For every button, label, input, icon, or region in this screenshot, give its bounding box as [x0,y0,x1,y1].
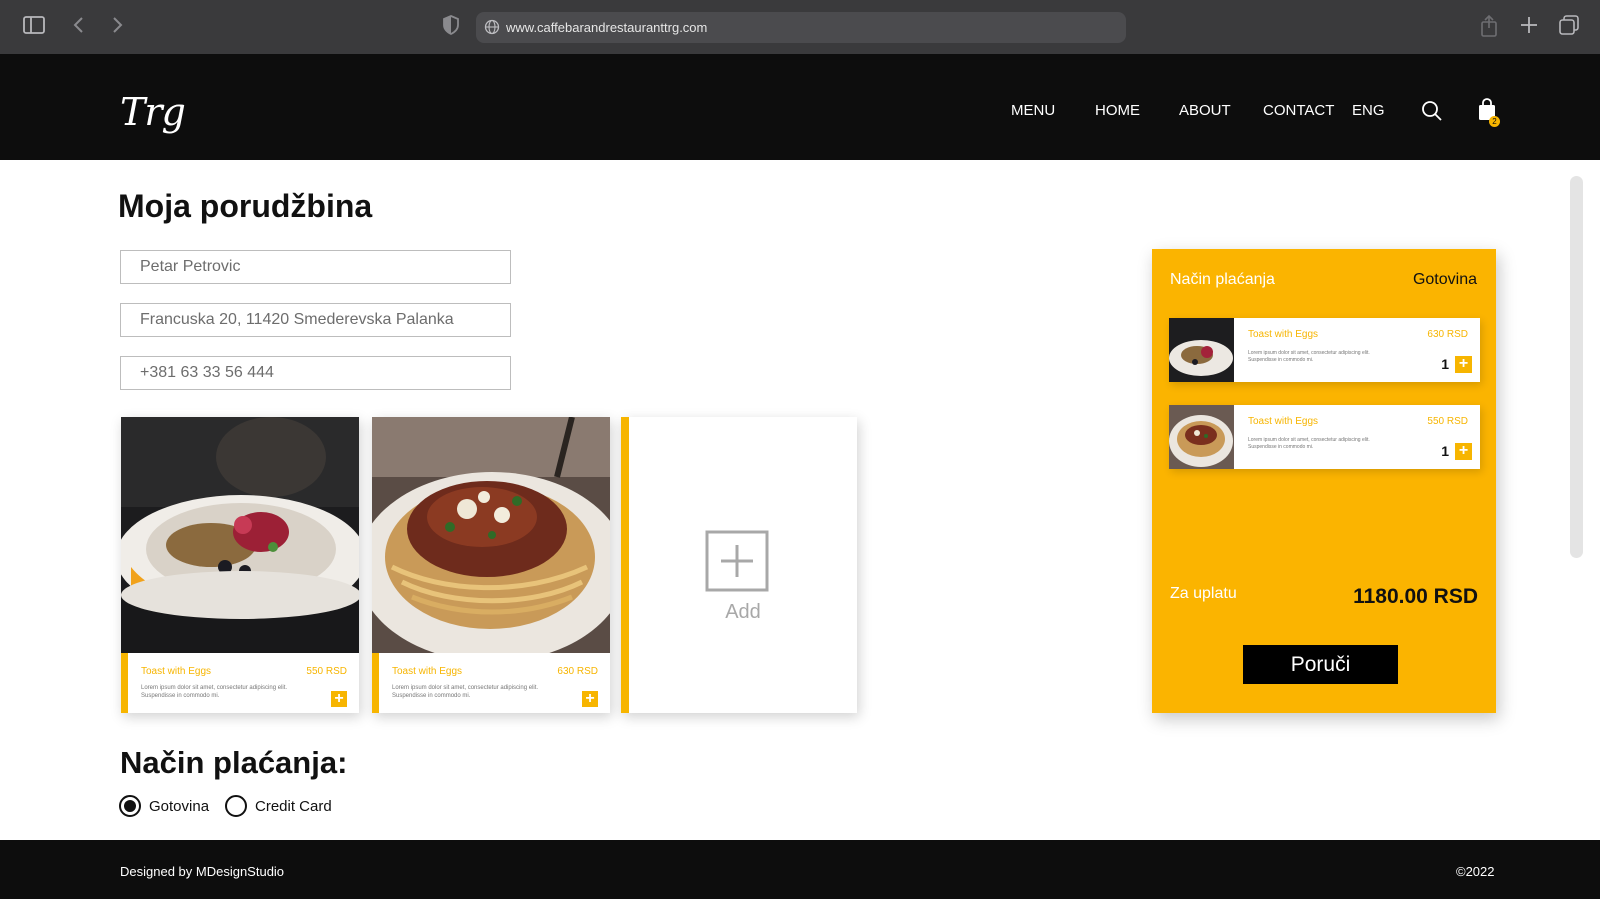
card-accent-stripe [621,417,629,713]
card-price: 550 RSD [306,666,347,677]
place-order-button[interactable]: Poruči [1243,645,1398,684]
order-item: Toast with Eggs 550 RSD Lorem ipsum dolo… [1169,405,1480,469]
globe-icon [484,19,500,35]
menu-card[interactable]: Toast with Eggs 630 RSD Lorem ipsum dolo… [372,417,610,713]
url-text: www.caffebarandrestauranttrg.com [506,20,708,35]
order-item-title: Toast with Eggs [1248,329,1319,340]
order-item-description: Lorem ipsum dolor sit amet, consectetur … [1248,437,1370,450]
payment-method-title: Način plaćanja: [120,745,348,780]
address-bar[interactable]: www.caffebarandrestauranttrg.com [476,12,1126,43]
spaghetti-thumbnail [1169,405,1234,469]
increase-quantity-button[interactable]: + [1455,356,1472,373]
card-accent-stripe [372,653,379,713]
search-icon[interactable] [1421,100,1443,122]
name-field[interactable] [120,250,511,284]
menu-card[interactable]: Toast with Eggs 550 RSD Lorem ipsum dolo… [121,417,359,713]
total-amount: 1180.00 RSD [1353,585,1478,608]
forward-icon[interactable] [104,14,130,40]
summary-title: Način plaćanja [1170,271,1275,288]
radio-button[interactable] [225,795,247,817]
add-plus-icon [705,530,769,592]
order-summary-panel: Način plaćanja Gotovina Toast with Eggs … [1152,249,1496,713]
spaghetti-photo [372,417,610,653]
card-accent-stripe [121,653,128,713]
fish-dish-thumbnail [1169,318,1234,382]
card-description: Lorem ipsum dolor sit amet, consectetur … [392,685,539,699]
cart-count-badge: 2 [1489,116,1500,127]
phone-field[interactable] [120,356,511,390]
radio-label: Gotovina [149,797,210,815]
tab-overview-icon[interactable] [1556,14,1582,40]
radio-button[interactable] [119,795,141,817]
order-item: Toast with Eggs 630 RSD Lorem ipsum dolo… [1169,318,1480,382]
order-item-quantity: 1 [1441,443,1449,459]
share-icon[interactable] [1476,14,1502,40]
nav-menu[interactable]: MENU [1011,102,1055,119]
order-item-title: Toast with Eggs [1248,416,1319,427]
card-title: Toast with Eggs [392,666,463,677]
radio-label: Credit Card [255,797,332,815]
order-item-quantity: 1 [1441,356,1449,372]
privacy-shield-icon[interactable] [438,14,464,40]
add-label: Add [725,601,761,623]
order-item-price: 630 RSD [1427,329,1468,340]
footer-credit: Designed by MDesignStudio [120,864,285,879]
payment-option-cash[interactable]: Gotovina [119,795,209,817]
site-footer: Designed by MDesignStudio ©2022 [0,840,1600,899]
back-icon[interactable] [66,14,92,40]
fish-dish-photo [121,417,359,653]
nav-about[interactable]: ABOUT [1179,102,1231,119]
add-item-card[interactable]: Add [621,417,857,713]
footer-copyright: ©2022 [1456,864,1495,879]
page-scrollbar[interactable] [1570,176,1583,558]
page-title: Moja porudžbina [118,188,373,224]
site-logo[interactable]: Trg [120,90,186,134]
sidebar-toggle-icon[interactable] [21,14,47,40]
card-price: 630 RSD [557,666,598,677]
add-to-order-button[interactable]: + [582,691,598,707]
nav-home[interactable]: HOME [1095,102,1140,119]
order-item-description: Lorem ipsum dolor sit amet, consectetur … [1248,350,1370,363]
browser-toolbar: www.caffebarandrestauranttrg.com [0,0,1600,54]
payment-option-card[interactable]: Credit Card [225,795,332,817]
new-tab-icon[interactable] [1516,14,1542,40]
address-field[interactable] [120,303,511,337]
card-title: Toast with Eggs [141,666,212,677]
card-description: Lorem ipsum dolor sit amet, consectetur … [141,685,288,699]
total-label: Za uplatu [1170,585,1237,602]
order-item-price: 550 RSD [1427,416,1468,427]
increase-quantity-button[interactable]: + [1455,443,1472,460]
nav-contact[interactable]: CONTACT [1263,102,1334,119]
nav-language[interactable]: ENG [1352,102,1385,119]
add-to-order-button[interactable]: + [331,691,347,707]
summary-payment-method: Gotovina [1412,271,1477,288]
site-header: Trg MENU HOME ABOUT CONTACT ENG [0,54,1600,160]
